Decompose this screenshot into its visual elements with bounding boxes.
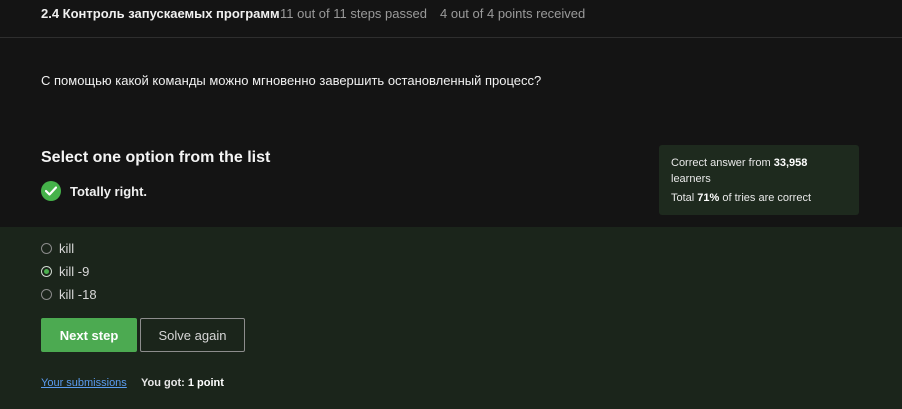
lesson-header: 2.4 Контроль запускаемых программ 11 out… bbox=[0, 0, 902, 38]
correct-answers-stat: Correct answer from 33,958 learners bbox=[671, 155, 847, 187]
total-percent: 71% bbox=[697, 192, 720, 204]
radio-dot bbox=[44, 268, 49, 274]
option-kill-9[interactable]: kill -9 bbox=[41, 263, 89, 279]
lesson-title[interactable]: 2.4 Контроль запускаемых программ bbox=[41, 6, 280, 21]
answer-stats: Correct answer from 33,958 learners Tota… bbox=[659, 145, 859, 215]
option-kill-18[interactable]: kill -18 bbox=[41, 286, 97, 302]
learners-count: 33,958 bbox=[773, 157, 808, 169]
feedback-text: Totally right. bbox=[70, 183, 148, 199]
total-prefix: Total bbox=[671, 192, 698, 204]
your-submissions-link[interactable]: Your submissions bbox=[41, 377, 127, 389]
feedback-message: Totally right. bbox=[41, 181, 147, 201]
score-result: You got: 1 point bbox=[141, 377, 224, 389]
total-suffix: of tries are correct bbox=[719, 192, 812, 204]
learners-suffix: learners bbox=[671, 173, 711, 185]
radio-button[interactable] bbox=[41, 288, 52, 300]
next-step-button[interactable]: Next step bbox=[41, 318, 137, 352]
radio-button[interactable] bbox=[41, 242, 52, 254]
score-prefix: You got: bbox=[141, 377, 188, 389]
points-progress: 4 out of 4 points received bbox=[440, 6, 586, 21]
option-label: kill -9 bbox=[59, 263, 90, 279]
check-circle-icon bbox=[41, 181, 61, 201]
option-kill[interactable]: kill bbox=[41, 240, 74, 256]
steps-progress: 11 out of 11 steps passed bbox=[280, 6, 427, 21]
quiz-title: Select one option from the list bbox=[41, 149, 271, 166]
question-text: С помощью какой команды можно мгновенно … bbox=[41, 73, 542, 88]
radio-button-selected[interactable] bbox=[41, 265, 52, 277]
score-value: 1 point bbox=[187, 377, 224, 389]
total-tries-stat: Total 71% of tries are correct bbox=[671, 190, 847, 206]
solve-again-button[interactable]: Solve again bbox=[140, 318, 245, 352]
option-label: kill bbox=[59, 240, 75, 256]
option-label: kill -18 bbox=[59, 286, 97, 302]
correct-prefix: Correct answer from bbox=[671, 157, 774, 169]
